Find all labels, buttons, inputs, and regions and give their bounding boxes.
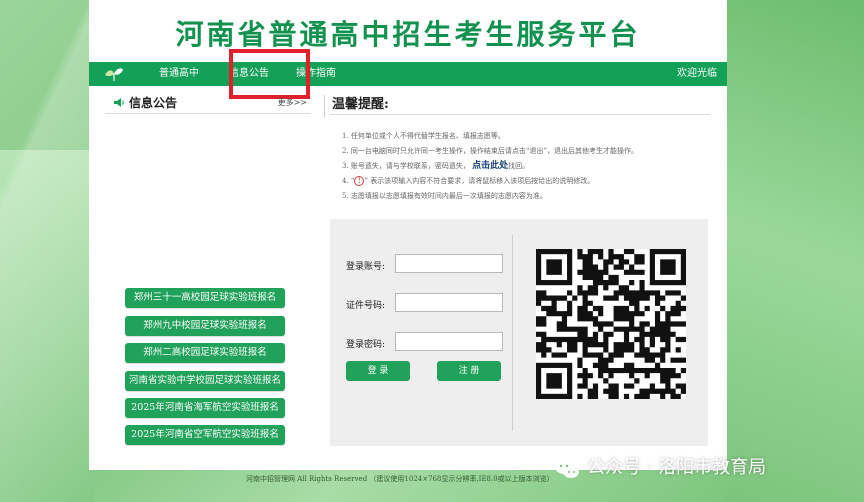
tip-text: 5. 志愿填报以志愿填报有效时间内最后一次填报的志愿内容为准。 [342, 192, 547, 200]
tip-text-after: 找回。 [508, 162, 530, 170]
tip-text-after: ” 表示该项输入内容不符合要求，请将鼠标移入该项后按给出的说明修改。 [364, 177, 595, 185]
welcome-text: 欢迎光临 [677, 68, 717, 79]
password-input[interactable] [395, 332, 503, 351]
recover-password-link[interactable]: 点击此处 [472, 161, 508, 171]
nav-item-general-high-school[interactable]: 普通高中 [159, 62, 199, 86]
tip-text: 4. “ [342, 177, 355, 185]
password-label: 登录密码: [346, 340, 386, 350]
login-button[interactable]: 登 录 [346, 361, 410, 381]
info-header: 信息公告 更多>> [105, 92, 311, 114]
tip-item: 1. 任何单位或个人不得代替学生报名、填报志愿等。 [342, 129, 712, 144]
tip-item: 2. 同一台电脑同时只允许同一考生操作，操作结束后请点击“退出”，退出后其他考生… [342, 144, 712, 159]
tip-item: 3. 账号遗失，请与学校联系，密码遗失， 点击此处找回。 [342, 159, 712, 174]
footer-copyright: 河南中招管理网 All Rights Reserved （建议使用1024×76… [246, 475, 554, 483]
page-title: 河南省普通高中招生考生服务平台 [175, 18, 641, 51]
tip-text: 3. 账号遗失，请与学校联系，密码遗失， [342, 162, 470, 170]
tip-item: 5. 志愿填报以志愿填报有效时间内最后一次填报的志愿内容为准。 [342, 189, 712, 204]
account-label: 登录账号: [346, 262, 386, 272]
leaf-logo-icon [105, 68, 123, 81]
tip-item: 4. “!” 表示该项输入内容不符合要求，请将鼠标移入该项后按给出的说明修改。 [342, 174, 712, 189]
banner: 河南省普通高中招生考生服务平台 [89, 0, 727, 62]
login-panel: 登录账号: 证件号码: 登录密码: 登 录 注 册 [330, 219, 708, 446]
navy-aviation-class-button[interactable]: 2025年河南省海军航空实验班报名 [125, 398, 285, 418]
qr-code-icon [536, 249, 686, 399]
tips-divider [330, 114, 710, 115]
zhengzhou-9-football-button[interactable]: 郑州九中校园足球实验班报名 [125, 316, 285, 336]
zhengzhou-31-football-button[interactable]: 郑州三十一高校园足球实验班报名 [125, 288, 285, 308]
speaker-icon [114, 98, 124, 107]
zhengzhou-2-football-button[interactable]: 郑州二高校园足球实验班报名 [125, 343, 285, 363]
id-number-label: 证件号码: [346, 301, 386, 311]
register-button[interactable]: 注 册 [437, 361, 501, 381]
more-link[interactable]: 更多>> [278, 97, 307, 108]
account-input[interactable] [395, 254, 503, 273]
column-divider [324, 95, 325, 117]
tips-list: 1. 任何单位或个人不得代替学生报名、填报志愿等。 2. 同一台电脑同时只允许同… [342, 129, 712, 204]
id-number-input[interactable] [395, 293, 503, 312]
warning-circle-icon: ! [354, 176, 365, 186]
tips-title: 温馨提醒: [332, 97, 389, 112]
info-announcement-panel: 信息公告 更多>> 郑州三十一高校园足球实验班报名 郑州九中校园足球实验班报名 … [105, 92, 311, 462]
tip-text: 1. 任何单位或个人不得代替学生报名、填报志愿等。 [342, 132, 505, 140]
main-page: 河南省普通高中招生考生服务平台 普通高中 信息公告 操作指南 欢迎光临 信息公告… [89, 0, 727, 470]
wechat-icon [555, 460, 579, 478]
panel-divider [512, 235, 513, 431]
nav-bar: 普通高中 信息公告 操作指南 欢迎光临 [89, 62, 727, 86]
tips-and-login-area: 温馨提醒: 1. 任何单位或个人不得代替学生报名、填报志愿等。 2. 同一台电脑… [330, 92, 716, 462]
henan-experimental-football-button[interactable]: 河南省实验中学校园足球实验班报名 [125, 371, 285, 391]
info-title: 信息公告 [129, 96, 178, 110]
air-force-aviation-class-button[interactable]: 2025年河南省空军航空实验班报名 [125, 425, 285, 445]
watermark-text: 公众号 · 洛阳市教育局 [587, 457, 767, 478]
tip-text: 2. 同一台电脑同时只允许同一考生操作，操作结束后请点击“退出”，退出后其他考生… [342, 147, 639, 155]
